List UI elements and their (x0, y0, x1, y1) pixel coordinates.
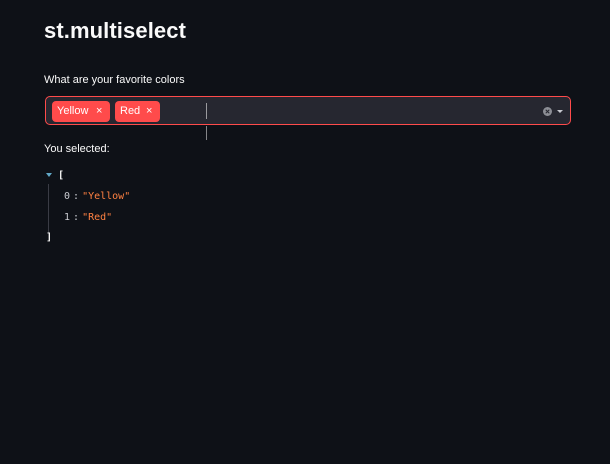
json-close-bracket: ] (46, 232, 53, 243)
json-item: 0: "Yellow" (64, 191, 130, 202)
output-label: You selected: (44, 143, 110, 155)
json-value: "Red" (82, 212, 113, 223)
json-open-bracket: [ (58, 170, 65, 181)
mouse-cursor (206, 126, 207, 140)
clear-icon[interactable] (543, 107, 552, 116)
remove-red-icon[interactable]: × (146, 101, 152, 122)
json-item: 1: "Red" (64, 212, 112, 223)
multiselect-label: What are your favorite colors (44, 74, 185, 86)
remove-yellow-icon[interactable]: × (96, 101, 102, 122)
page-title: st.multiselect (44, 18, 187, 43)
color-multiselect[interactable]: Yellow × Red × (45, 96, 571, 125)
selected-chip-yellow: Yellow × (52, 101, 110, 122)
collapse-toggle-icon[interactable] (46, 173, 52, 177)
app-page: st.multiselect What are your favorite co… (0, 0, 610, 464)
json-colon: : (73, 212, 80, 223)
json-value: "Yellow" (82, 191, 131, 202)
chip-label: Red (120, 105, 141, 117)
text-cursor (206, 103, 207, 119)
indent-guide (48, 184, 49, 233)
json-colon: : (73, 191, 80, 202)
chevron-down-icon[interactable] (557, 110, 563, 113)
selected-chip-red: Red × (115, 101, 160, 122)
chip-label: Yellow (57, 105, 89, 117)
